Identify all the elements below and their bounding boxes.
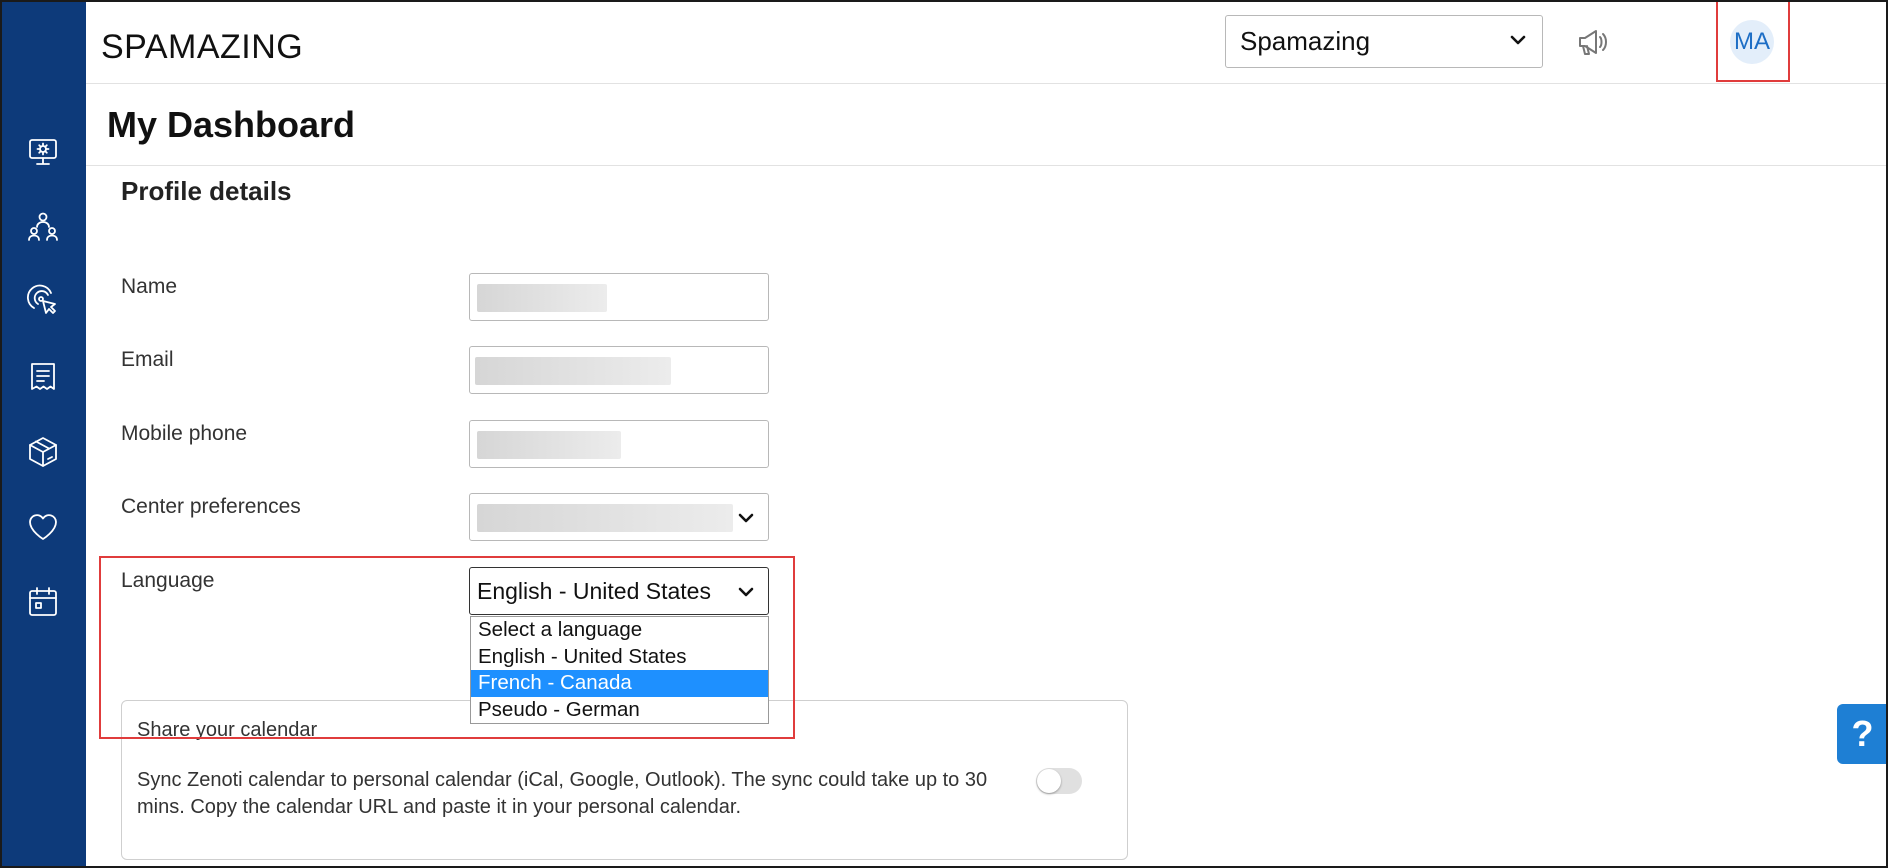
name-label: Name [121, 275, 178, 298]
language-option-select[interactable]: Select a language [471, 617, 768, 644]
language-option-pseudo-german[interactable]: Pseudo - German [471, 697, 768, 724]
announcements-megaphone-icon[interactable] [1574, 24, 1610, 60]
page-title: My Dashboard [107, 104, 356, 145]
mobile-phone-label: Mobile phone [121, 422, 248, 445]
language-select[interactable]: English - United States [469, 567, 769, 615]
mobile-phone-field[interactable] [469, 420, 769, 468]
language-select-value: English - United States [477, 577, 711, 604]
organization-select-value: Spamazing [1240, 26, 1371, 56]
language-option-french-canada[interactable]: French - Canada [471, 670, 768, 697]
help-button[interactable]: ? [1837, 704, 1888, 764]
toggle-knob [1037, 769, 1061, 793]
email-label: Email [121, 348, 174, 371]
email-field[interactable] [469, 346, 769, 394]
redacted-value [477, 284, 607, 312]
share-calendar-card: Share your calendar Sync Zenoti calendar… [121, 700, 1128, 860]
team-icon[interactable] [26, 210, 60, 244]
invoice-icon[interactable] [26, 360, 60, 394]
redacted-value [477, 431, 621, 459]
chevron-down-icon [738, 587, 754, 597]
language-option-english-us[interactable]: English - United States [471, 644, 768, 671]
marketing-touch-icon[interactable] [26, 284, 60, 318]
dashboard-settings-icon[interactable] [26, 135, 60, 169]
brand-logo: SPAMAZING [101, 28, 304, 66]
share-calendar-description: Sync Zenoti calendar to personal calenda… [137, 769, 988, 818]
page-title-bar: My Dashboard [86, 84, 1888, 166]
top-header: SPAMAZING Spamazing [86, 0, 1888, 84]
organization-select[interactable]: Spamazing [1225, 15, 1543, 68]
redacted-value [477, 504, 733, 532]
inventory-box-icon[interactable] [26, 435, 60, 469]
user-avatar[interactable]: MA [1730, 20, 1774, 64]
name-field[interactable] [469, 273, 769, 321]
share-calendar-title: Share your calendar [137, 719, 318, 741]
language-label: Language [121, 569, 215, 592]
center-preferences-label: Center preferences [121, 495, 301, 518]
section-title: Profile details [121, 176, 292, 206]
chevron-down-icon [738, 513, 754, 523]
loyalty-heart-icon[interactable] [26, 510, 60, 544]
calendar-icon[interactable] [26, 585, 60, 619]
center-preferences-select[interactable] [469, 493, 769, 541]
language-dropdown-list: Select a language English - United State… [470, 616, 769, 724]
calendar-sync-toggle[interactable] [1036, 768, 1082, 794]
chevron-down-icon [1510, 35, 1526, 45]
sidebar [0, 0, 86, 868]
redacted-value [475, 357, 671, 385]
